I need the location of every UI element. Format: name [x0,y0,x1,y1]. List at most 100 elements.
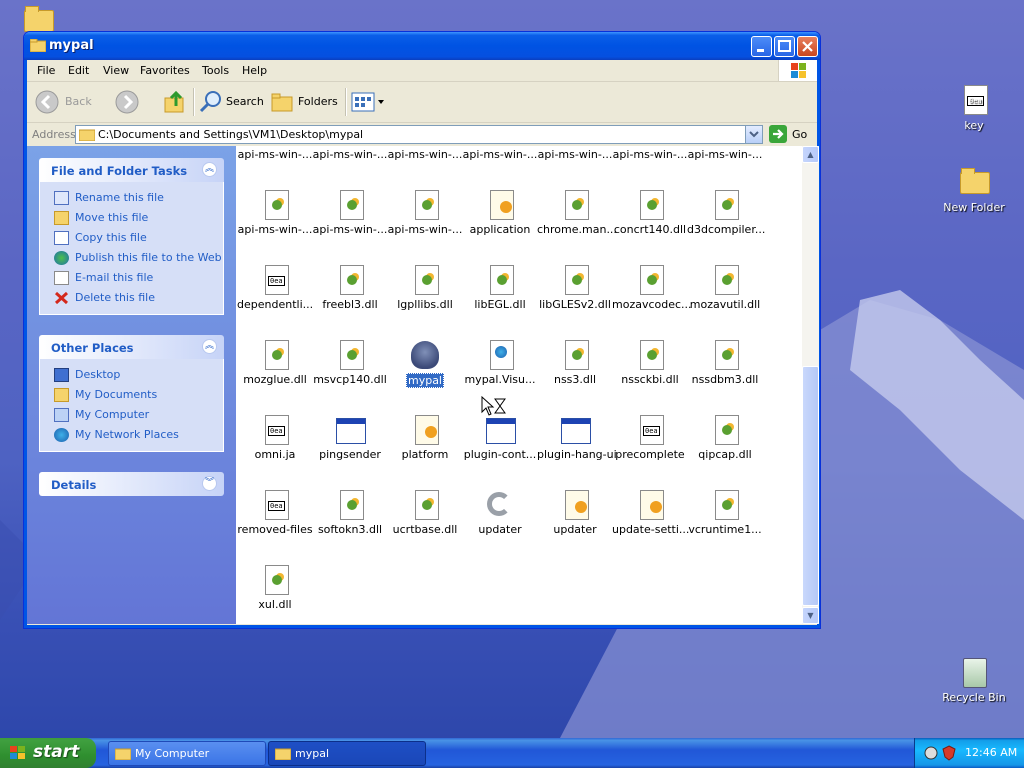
file-item[interactable]: mozavutil.dll [686,264,764,311]
file-item[interactable]: api-ms-win-... [611,146,689,161]
file-item[interactable]: concrt140.dll [611,189,689,236]
maximize-button[interactable] [774,36,795,57]
panel-header[interactable]: File and Folder Tasks ︽ [39,158,224,182]
panel-body: Rename this file Move this file Copy thi… [39,182,224,315]
file-item[interactable]: dependentli... [236,264,314,311]
file-item[interactable]: msvcp140.dll [311,339,389,386]
file-item[interactable]: api-ms-win-... [236,189,314,236]
menu-tools[interactable]: Tools [202,64,229,77]
task-rename[interactable]: Rename this file [40,188,223,208]
expand-icon[interactable]: ︾ [202,476,217,491]
close-button[interactable] [797,36,818,57]
tray-icon[interactable] [923,745,939,761]
text-file-icon [634,414,666,446]
back-label: Back [65,95,92,108]
file-item[interactable]: api-ms-win-... [386,189,464,236]
file-item[interactable]: vcruntime1... [686,489,764,536]
place-my-network[interactable]: My Network Places [40,425,223,445]
panel-header[interactable]: Other Places ︽ [39,335,224,359]
place-desktop[interactable]: Desktop [40,365,223,385]
dll-file-icon [634,189,666,221]
file-item[interactable]: api-ms-win-... [311,146,389,161]
delete-icon [54,291,69,305]
menu-edit[interactable]: Edit [68,64,89,77]
file-item[interactable]: plugin-hang-ui [536,414,617,461]
file-item[interactable]: mypal.Visu... [461,339,539,386]
forward-button[interactable] [115,90,155,114]
file-item[interactable]: mozglue.dll [236,339,314,386]
file-item[interactable]: plugin-cont... [461,414,539,461]
views-button[interactable] [351,90,385,114]
file-item[interactable]: updater [461,489,539,536]
back-button[interactable]: Back [35,90,107,114]
address-input[interactable]: C:\Documents and Settings\VM1\Desktop\my… [75,125,763,144]
search-button[interactable]: Search [199,90,264,114]
file-item[interactable]: nss3.dll [536,339,614,386]
scroll-down-button[interactable]: ▼ [802,607,819,624]
title-bar[interactable]: mypal [24,32,820,60]
file-item[interactable]: libEGL.dll [461,264,539,311]
file-item[interactable]: mozavcodec... [611,264,692,311]
file-item[interactable]: mypal [386,339,464,388]
go-button[interactable]: Go [769,125,814,143]
file-item[interactable]: removed-files [236,489,314,536]
task-publish[interactable]: Publish this file to the Web [40,248,223,268]
file-item[interactable]: xul.dll [236,564,314,611]
menu-view[interactable]: View [103,64,129,77]
collapse-icon[interactable]: ︽ [202,339,217,354]
file-item[interactable]: api-ms-win-... [536,146,614,161]
place-my-computer[interactable]: My Computer [40,405,223,425]
address-dropdown-button[interactable] [745,126,762,143]
menu-favorites[interactable]: Favorites [140,64,190,77]
file-list-view[interactable]: api-ms-win-... api-ms-win-... api-ms-win-.… [236,146,802,624]
file-item[interactable]: precomplete [611,414,689,461]
vertical-scrollbar[interactable]: ▲ ▼ [802,146,819,624]
minimize-button[interactable] [751,36,772,57]
file-item[interactable]: update-setti... [611,489,689,536]
scroll-up-button[interactable]: ▲ [802,146,819,163]
desktop-icon-new-folder[interactable]: New Folder [934,166,1014,214]
task-delete[interactable]: Delete this file [40,288,223,308]
taskbar-button-mypal[interactable]: mypal [268,741,426,766]
file-item[interactable]: api-ms-win-... [311,189,389,236]
task-email[interactable]: E-mail this file [40,268,223,288]
dll-file-icon [709,414,741,446]
file-item[interactable]: nssckbi.dll [611,339,689,386]
desktop-icon-key[interactable]: key [934,84,1014,132]
security-shield-icon[interactable] [941,745,957,761]
file-item[interactable]: chrome.man... [536,189,617,236]
scroll-thumb[interactable] [802,366,819,606]
file-item[interactable]: pingsender [311,414,389,461]
task-move[interactable]: Move this file [40,208,223,228]
file-item[interactable]: api-ms-win-... [386,146,464,161]
file-item[interactable]: d3dcompiler... [686,189,765,236]
file-item[interactable]: libGLESv2.dll [536,264,614,311]
file-item[interactable]: ucrtbase.dll [386,489,464,536]
file-item[interactable]: qipcap.dll [686,414,764,461]
file-item[interactable]: freebl3.dll [311,264,389,311]
collapse-icon[interactable]: ︽ [202,162,217,177]
file-item[interactable]: lgpllibs.dll [386,264,464,311]
menu-help[interactable]: Help [242,64,267,77]
place-my-documents[interactable]: My Documents [40,385,223,405]
task-copy[interactable]: Copy this file [40,228,223,248]
taskbar-button-my-computer[interactable]: My Computer [108,741,266,766]
file-item[interactable]: omni.ja [236,414,314,461]
file-item[interactable]: updater [536,489,614,536]
address-value: C:\Documents and Settings\VM1\Desktop\my… [98,128,364,141]
panel-header[interactable]: Details ︾ [39,472,224,496]
file-item[interactable]: api-ms-win-... [236,146,314,161]
file-item[interactable]: platform [386,414,464,461]
file-item[interactable]: application [461,189,539,236]
file-item[interactable]: api-ms-win-... [461,146,539,161]
dll-file-icon [334,264,366,296]
up-folder-button[interactable] [163,90,187,114]
file-item[interactable]: api-ms-win-... [686,146,764,161]
file-item[interactable]: softokn3.dll [311,489,389,536]
start-button[interactable]: start [0,738,96,768]
menu-file[interactable]: File [37,64,55,77]
folders-button[interactable]: Folders [271,90,339,114]
file-label: update-setti... [612,523,690,536]
file-item[interactable]: nssdbm3.dll [686,339,764,386]
desktop-icon-recycle-bin[interactable]: Recycle Bin [934,656,1014,704]
